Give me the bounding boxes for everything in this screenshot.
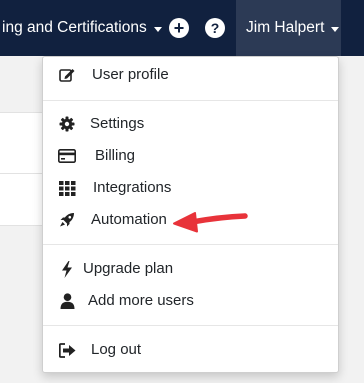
caret-down-icon (331, 26, 340, 32)
menu-divider (43, 244, 338, 245)
menu-divider (43, 100, 338, 101)
top-navigation-bar: ing and Certifications + ? Jim Halpert (0, 0, 364, 56)
menu-item-label: Settings (90, 115, 145, 132)
grid-icon (58, 180, 76, 196)
caret-down-icon (153, 26, 162, 32)
menu-item-label: Upgrade plan (83, 260, 174, 277)
sign-out-icon (58, 342, 76, 358)
edit-icon (58, 67, 76, 83)
menu-item-settings[interactable]: Settings (43, 109, 338, 139)
user-icon (58, 293, 76, 309)
menu-item-log-out[interactable]: Log out (43, 335, 338, 365)
help-circle-icon[interactable]: ? (205, 18, 225, 38)
nav-training-certifications[interactable]: ing and Certifications (0, 0, 162, 56)
menu-item-label: Integrations (93, 179, 172, 196)
menu-item-upgrade-plan[interactable]: Upgrade plan (43, 254, 338, 284)
gear-icon (58, 116, 76, 132)
content-panel (0, 112, 45, 226)
menu-item-integrations[interactable]: Integrations (43, 173, 338, 203)
menu-item-label: Automation (91, 211, 167, 228)
user-menu-button[interactable]: Jim Halpert (236, 0, 341, 56)
bolt-icon (58, 260, 76, 278)
menu-item-billing[interactable]: Billing (43, 141, 338, 171)
menu-item-label: User profile (92, 66, 169, 83)
plus-circle-icon[interactable]: + (169, 18, 189, 38)
red-arrow-annotation (173, 212, 248, 233)
credit-card-icon (58, 148, 76, 164)
menu-item-add-more-users[interactable]: Add more users (43, 286, 338, 316)
menu-item-label: Log out (91, 341, 142, 358)
menu-item-user-profile[interactable]: User profile (43, 60, 338, 90)
nav-training-label: ing and Certifications (2, 19, 147, 36)
menu-item-label: Add more users (88, 292, 194, 309)
menu-item-label: Billing (95, 147, 136, 164)
menu-divider (43, 325, 338, 326)
user-name: Jim Halpert (246, 19, 325, 36)
rocket-icon (58, 212, 76, 228)
content-divider (0, 173, 45, 174)
